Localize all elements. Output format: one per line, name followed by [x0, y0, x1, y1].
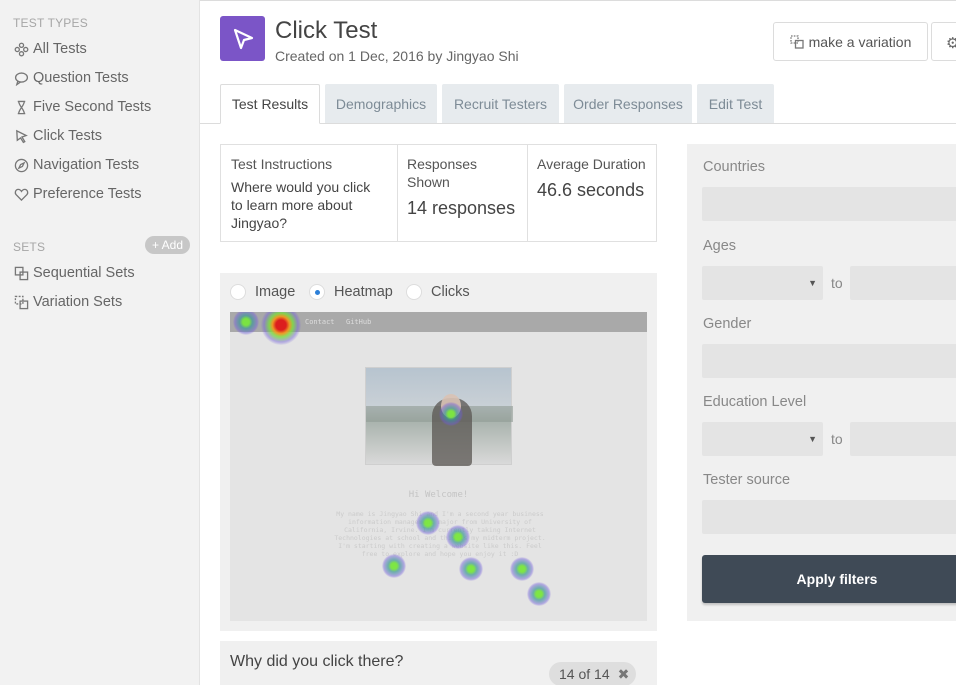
responses-cell: Responses Shown 14 responses [407, 145, 532, 241]
education-from-select[interactable]: ▼ [702, 422, 823, 456]
click-test-logo [220, 16, 265, 61]
sidebar-item-label: Five Second Tests [33, 99, 152, 115]
heatmap-spot [510, 557, 534, 581]
all-tests-icon [13, 41, 29, 57]
heatmap-spot [527, 582, 551, 606]
heatmap-spot [459, 557, 483, 581]
filters-panel: Countries Ages ▼ to Gender Education Lev… [687, 144, 956, 621]
preview-nav-link: GitHub [346, 318, 372, 326]
heatmap-spot [416, 511, 440, 535]
tester-source-label: Tester source [703, 472, 791, 488]
heatmap-panel: Image Heatmap Clicks Contact GitHub Hi W… [220, 273, 657, 631]
tester-source-select[interactable] [702, 500, 956, 534]
heatmap-spot [446, 525, 470, 549]
tab-order-responses[interactable]: Order Responses [564, 84, 692, 123]
make-variation-button[interactable]: make a variation [773, 22, 928, 61]
view-image-radio[interactable]: Image [230, 284, 295, 300]
make-variation-label: make a variation [808, 33, 912, 50]
sidebar-item-variation-sets[interactable]: Variation Sets [13, 291, 122, 313]
gender-label: Gender [703, 316, 752, 332]
sidebar-item-navigation-tests[interactable]: Navigation Tests [13, 154, 139, 176]
duration-value: 46.6 seconds [537, 180, 645, 200]
gender-select[interactable] [702, 344, 956, 378]
age-from-select[interactable]: ▼ [702, 266, 823, 300]
preview-nav-link: Contact [305, 318, 335, 326]
sidebar-item-label: Navigation Tests [33, 157, 140, 173]
sidebar-item-label: All Tests [33, 41, 87, 57]
settings-button[interactable]: ⚙ [931, 22, 956, 61]
sidebar-item-preference-tests[interactable]: Preference Tests [13, 183, 142, 205]
education-to-label: to [831, 431, 843, 447]
test-summary: Test Instructions Where would you click … [220, 144, 657, 242]
chevron-down-icon: ▼ [808, 278, 817, 288]
ages-to-label: to [831, 275, 843, 291]
page-title: Click Test [275, 17, 378, 44]
education-to-select[interactable] [850, 422, 956, 456]
sidebar-item-label: Sequential Sets [33, 265, 135, 281]
page-subtitle: Created on 1 Dec, 2016 by Jingyao Shi [275, 48, 519, 64]
radio-label: Heatmap [334, 284, 393, 300]
radio-circle [309, 284, 325, 300]
view-clicks-radio[interactable]: Clicks [406, 284, 470, 300]
response-count-badge[interactable]: 14 of 14 ✖ [549, 662, 636, 685]
heart-icon [13, 186, 29, 202]
heatmap-spot [261, 312, 301, 345]
radio-circle [230, 284, 246, 300]
sidebar-item-five-second-tests[interactable]: Five Second Tests [13, 96, 151, 118]
countries-label: Countries [703, 159, 766, 175]
variation-icon [789, 34, 804, 49]
chevron-down-icon: ▼ [808, 434, 817, 444]
sidebar: TEST TYPES All Tests Question Tests Five… [0, 0, 200, 685]
compass-icon [13, 157, 29, 173]
preview-paragraph: My name is Jingyao Shi and I'm a second … [334, 510, 546, 558]
heatmap-image[interactable]: Contact GitHub Hi Welcome! My name is Ji… [230, 312, 647, 621]
instructions-text: Where would you click to learn more abou… [231, 179, 371, 231]
ages-label: Ages [703, 238, 737, 254]
tab-test-results[interactable]: Test Results [220, 84, 320, 124]
radio-circle [406, 284, 422, 300]
hourglass-icon [13, 99, 29, 115]
test-types-heading: TEST TYPES [13, 16, 88, 30]
cursor-icon [233, 28, 253, 49]
instructions-label: Test Instructions [231, 156, 333, 172]
sidebar-item-label: Variation Sets [33, 294, 123, 310]
radio-label: Image [255, 284, 296, 300]
duration-label: Average Duration [537, 156, 646, 172]
sidebar-item-label: Click Tests [33, 128, 103, 144]
responses-value: 14 responses [407, 198, 516, 218]
sidebar-item-label: Question Tests [33, 70, 129, 86]
duration-cell: Average Duration 46.6 seconds [537, 145, 657, 241]
cursor-icon [13, 128, 29, 144]
sets-heading: SETS [13, 240, 46, 254]
education-label: Education Level [703, 394, 807, 410]
radio-label: Clicks [431, 284, 470, 300]
sidebar-item-sequential-sets[interactable]: Sequential Sets [13, 262, 135, 284]
responses-label: Responses Shown [407, 156, 478, 190]
tab-recruit-testers[interactable]: Recruit Testers [442, 84, 559, 123]
sets-icon [13, 265, 29, 281]
age-to-select[interactable] [850, 266, 956, 300]
add-set-button[interactable]: + Add [145, 236, 190, 254]
sidebar-item-click-tests[interactable]: Click Tests [13, 125, 102, 147]
why-clicked-section: Why did you click there? 14 of 14 ✖ [220, 641, 657, 685]
tab-edit-test[interactable]: Edit Test [697, 84, 774, 123]
why-question: Why did you click there? [230, 653, 404, 670]
tab-demographics[interactable]: Demographics [325, 84, 437, 123]
instructions-cell: Test Instructions Where would you click … [231, 145, 391, 241]
sidebar-item-all-tests[interactable]: All Tests [13, 38, 87, 60]
sidebar-item-question-tests[interactable]: Question Tests [13, 67, 129, 89]
top-divider [200, 0, 956, 1]
heatmap-spot [382, 554, 406, 578]
variation-icon [13, 294, 29, 310]
countries-input[interactable] [702, 187, 956, 221]
apply-filters-button[interactable]: Apply filters [702, 555, 956, 603]
sidebar-item-label: Preference Tests [33, 186, 142, 202]
heatmap-spot [439, 402, 463, 426]
view-heatmap-radio[interactable]: Heatmap [309, 284, 393, 300]
badge-label: 14 of 14 [559, 666, 610, 682]
gear-icon: ⚙ [946, 35, 956, 52]
preview-greeting: Hi Welcome! [408, 490, 469, 500]
close-icon[interactable]: ✖ [618, 666, 630, 683]
question-icon [13, 70, 29, 86]
